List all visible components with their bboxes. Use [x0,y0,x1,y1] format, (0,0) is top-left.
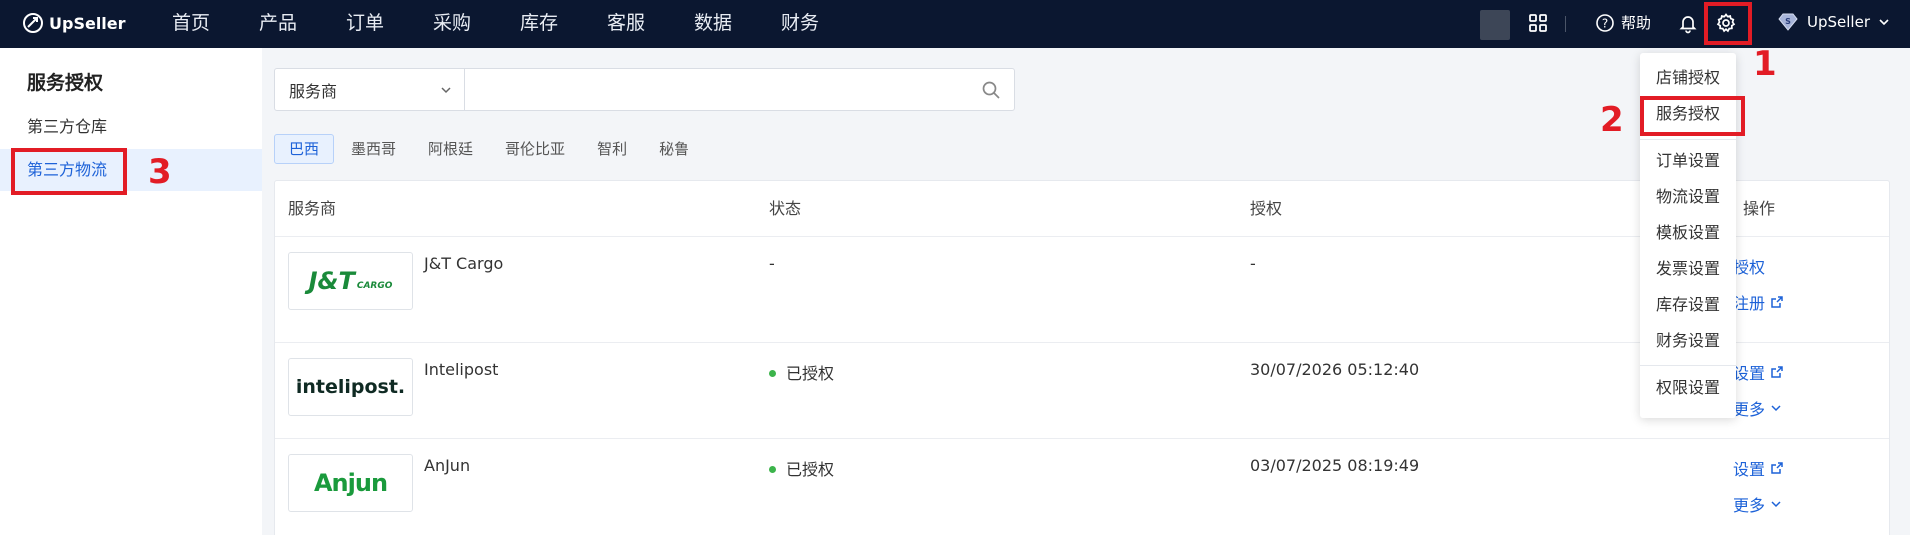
external-link-icon [1771,462,1783,474]
provider-name: AnJun [424,456,471,475]
header-status: 状态 [769,199,802,218]
header-authorization: 授权 [1250,199,1283,218]
authorization-value: 03/07/2025 08:19:49 [1250,456,1420,475]
nav-data[interactable]: 数据 [694,0,781,48]
menu-item-invoice-settings[interactable]: 发票设置 [1640,252,1736,286]
settings-sidebar: 服务授权 第三方仓库 第三方物流 [0,48,262,535]
menu-item-finance-settings[interactable]: 财务设置 [1640,324,1736,358]
search-input[interactable] [465,69,968,110]
status-dot-green [769,370,776,377]
menu-item-inventory-settings[interactable]: 库存设置 [1640,288,1736,322]
search-icon [982,81,1000,99]
external-link-icon [1771,296,1783,308]
authorize-link[interactable]: 授权 [1733,254,1765,278]
annotation-number-3: 3 [148,152,172,192]
top-navbar: UpSeller 首页 产品 订单 采购 库存 客服 数据 财务 ? 帮助 S … [0,0,1910,48]
logo-text: UpSeller [49,13,126,33]
tab-peru[interactable]: 秘鲁 [644,134,704,164]
header-provider: 服务商 [288,199,337,218]
nav-orders[interactable]: 订单 [346,0,433,48]
annotation-box-2 [1640,96,1745,136]
settings-link[interactable]: 设置 [1733,360,1784,384]
status-value: 已授权 [769,360,834,384]
status-value: - [769,254,775,273]
external-link-icon [1771,366,1783,378]
anjun-logo: Anjun [288,454,413,512]
nav-finance[interactable]: 财务 [781,0,868,48]
menu-item-permission-settings[interactable]: 权限设置 [1640,371,1736,405]
provider-name: Intelipost [424,360,499,379]
user-menu[interactable]: S UpSeller [1777,12,1890,32]
question-icon: ? [1596,13,1614,32]
rocket-icon [23,13,43,33]
tab-colombia[interactable]: 哥伦比亚 [490,134,580,164]
svg-text:S: S [1785,17,1791,26]
annotation-box-3 [11,148,127,195]
help-label: 帮助 [1621,14,1652,32]
menu-item-logistics-settings[interactable]: 物流设置 [1640,180,1736,214]
tab-chile[interactable]: 智利 [582,134,642,164]
search-bar: 服务商 [274,68,1015,111]
nav-home[interactable]: 首页 [172,0,259,48]
menu-item-order-settings[interactable]: 订单设置 [1640,144,1736,178]
chevron-down-icon [1771,405,1781,412]
user-name: UpSeller [1807,13,1870,31]
chevron-down-icon [1771,501,1781,508]
intelipost-logo: intelipost. [288,358,413,416]
menu-divider [1640,139,1736,140]
tab-brazil[interactable]: 巴西 [274,134,335,164]
chevron-down-icon [1879,19,1889,26]
jt-cargo-logo: J&T CARGO [288,252,413,310]
sidebar-item-third-party-warehouse[interactable]: 第三方仓库 [0,106,262,148]
menu-divider [1640,365,1736,366]
more-dropdown[interactable]: 更多 [1733,492,1782,516]
main-menu: 首页 产品 订单 采购 库存 客服 数据 财务 [172,0,868,48]
menu-item-store-authorization[interactable]: 店铺授权 [1640,61,1736,95]
tab-mexico[interactable]: 墨西哥 [336,134,411,164]
nav-inventory[interactable]: 库存 [520,0,607,48]
annotation-number-2: 2 [1600,100,1624,140]
settings-link[interactable]: 设置 [1733,456,1784,480]
menu-item-template-settings[interactable]: 模板设置 [1640,216,1736,250]
apps-grid-icon[interactable] [1527,12,1549,38]
upseller-logo[interactable]: UpSeller [22,12,126,34]
nav-divider [1565,16,1566,32]
status-dot-green [769,466,776,473]
more-dropdown[interactable]: 更多 [1733,396,1782,420]
search-type-value: 服务商 [289,81,338,101]
help-button[interactable]: ? 帮助 [1595,12,1651,33]
provider-name: J&T Cargo [424,254,504,273]
register-link[interactable]: 注册 [1733,290,1784,314]
chevron-down-icon [441,86,451,93]
nav-products[interactable]: 产品 [259,0,346,48]
search-button[interactable] [968,69,1014,110]
sidebar-title: 服务授权 [27,72,104,94]
tab-argentina[interactable]: 阿根廷 [413,134,488,164]
diamond-badge-icon: S [1778,13,1798,31]
bell-icon[interactable] [1677,12,1699,38]
blurred-avatar[interactable] [1480,10,1510,40]
authorization-value: - [1250,254,1256,273]
nav-purchase[interactable]: 采购 [433,0,520,48]
nav-customer-service[interactable]: 客服 [607,0,694,48]
table-row: Anjun AnJun 已授权 03/07/2025 08:19:49 设置 更… [275,439,1889,535]
status-value: 已授权 [769,456,834,480]
svg-text:?: ? [1602,16,1608,30]
country-tabs: 巴西 墨西哥 阿根廷 哥伦比亚 智利 秘鲁 [274,134,706,164]
authorization-value: 30/07/2026 05:12:40 [1250,360,1420,379]
header-operations: 操作 [1743,199,1776,218]
search-type-select[interactable]: 服务商 [275,69,465,110]
annotation-box-1 [1704,2,1752,45]
annotation-number-1: 1 [1753,44,1777,84]
